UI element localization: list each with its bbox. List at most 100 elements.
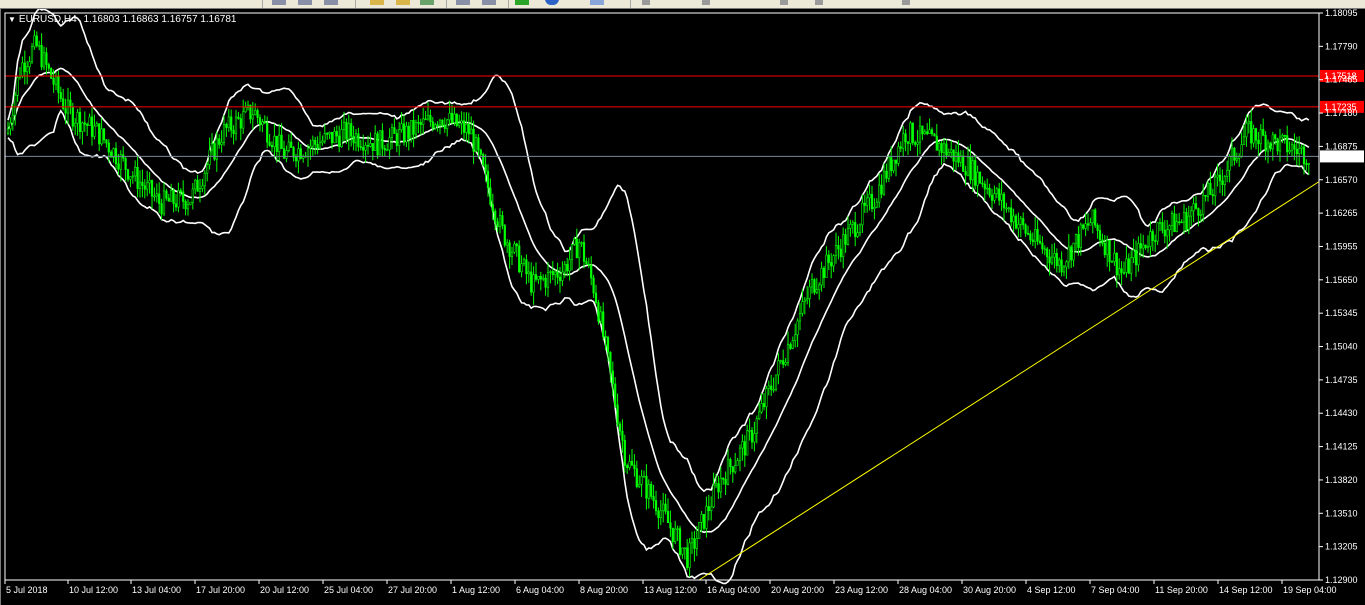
candle-body: [1053, 253, 1056, 258]
candle-body: [974, 160, 977, 186]
candle-body: [1142, 244, 1145, 249]
candle-body: [1070, 246, 1073, 261]
autotrading-button[interactable]: [396, 0, 410, 5]
candle-body: [988, 187, 991, 196]
price-line-tag-label: 1.16781: [1324, 151, 1357, 161]
chart-shift-button[interactable]: [456, 0, 470, 5]
candle-body: [371, 143, 374, 151]
candle-body: [273, 135, 276, 148]
price-axis-label: 1.15650: [1325, 275, 1358, 285]
templates-button[interactable]: [590, 0, 604, 5]
candle-body: [1182, 211, 1186, 223]
candle-body: [158, 193, 161, 205]
candle-body: [81, 122, 84, 132]
candle-body: [1194, 203, 1198, 209]
candle-body: [378, 130, 382, 156]
candle-body: [503, 225, 506, 246]
autoscroll-button[interactable]: [482, 0, 496, 5]
add-indicator-icon[interactable]: [515, 0, 529, 5]
crosshair-icon[interactable]: [702, 0, 710, 5]
candle-body: [374, 133, 377, 151]
toolbar-separator: [262, 0, 263, 8]
candle-body: [998, 188, 1001, 201]
candle-body: [911, 122, 914, 143]
candle-body: [1022, 218, 1025, 226]
cursor-icon[interactable]: [642, 0, 650, 5]
candle-body: [914, 142, 917, 145]
candle-body: [400, 123, 403, 130]
candle-body: [580, 242, 583, 244]
chart-window[interactable]: 1.17518 1.17235 1.16781 1.18095 1.17790 1.17…: [0, 8, 1365, 605]
candle-body: [6, 128, 10, 134]
candle-body: [674, 528, 677, 542]
candle-body: [686, 547, 689, 568]
candle-body: [102, 128, 106, 141]
candle-body: [753, 433, 756, 443]
price-axis-label: 1.13820: [1325, 475, 1358, 485]
pencil-icon[interactable]: [370, 0, 384, 5]
candle-body: [813, 279, 816, 293]
candle-body: [484, 164, 487, 172]
candle-body: [1211, 194, 1214, 197]
arrow-tool-icon[interactable]: [902, 0, 910, 5]
dropdown-triangle-icon[interactable]: ▼: [8, 15, 16, 24]
candle-body: [335, 131, 338, 137]
candle-body: [429, 115, 432, 123]
candle-body: [126, 169, 130, 180]
candle-body: [292, 147, 295, 158]
candle-body: [1254, 128, 1258, 141]
candle-body: [1127, 258, 1130, 274]
candle-body: [1048, 256, 1051, 264]
zoom-in-button[interactable]: [272, 0, 286, 5]
time-axis-label: 30 Aug 20:00: [963, 585, 1016, 595]
candle-body: [942, 143, 946, 153]
candle-body: [1180, 221, 1183, 224]
candle-body: [402, 123, 406, 143]
candle-body: [220, 141, 223, 145]
candle-body: [726, 459, 730, 485]
candle-body: [124, 157, 127, 170]
candle-body: [501, 215, 504, 226]
candle-body: [263, 121, 266, 124]
candle-body: [189, 201, 192, 205]
label-tool-icon[interactable]: [815, 0, 823, 5]
candle-body: [1026, 232, 1030, 235]
candle-body: [64, 108, 67, 114]
time-axis-label: 10 Jul 12:00: [69, 585, 118, 595]
candle-body: [1216, 174, 1219, 178]
candle-body: [688, 542, 691, 568]
candle-body: [244, 107, 247, 113]
candle-body: [678, 528, 682, 555]
tile-windows-button[interactable]: [324, 0, 338, 5]
candle-body: [645, 475, 648, 499]
price-axis-label: 1.12900: [1325, 575, 1358, 585]
candle-body: [134, 166, 137, 177]
price-chart[interactable]: 1.175181.172351.16781 1.180951.177901.17…: [1, 9, 1365, 605]
candle-body: [971, 160, 974, 181]
candle-body: [1058, 259, 1061, 266]
candle-body: [47, 64, 50, 69]
candle-body: [904, 133, 907, 143]
candle-body: [462, 120, 466, 133]
candle-body: [280, 134, 283, 149]
period-icon[interactable]: [545, 0, 559, 5]
price-axis-label: 1.13510: [1325, 508, 1358, 518]
text-tool-icon[interactable]: [780, 0, 788, 5]
candle-body: [638, 484, 641, 487]
candle-body: [191, 188, 194, 203]
candle-body: [405, 125, 408, 143]
candle-body: [777, 360, 780, 376]
candle-body: [575, 238, 578, 259]
candle-body: [1091, 209, 1094, 224]
candle-body: [518, 245, 521, 273]
candle-body: [626, 465, 629, 469]
candle-body: [1050, 256, 1054, 264]
candle-body: [1065, 261, 1068, 268]
candle-body: [496, 221, 499, 228]
candle-body: [242, 111, 245, 129]
zoom-out-button[interactable]: [298, 0, 312, 5]
candle-body: [806, 298, 809, 301]
candle-body: [364, 144, 367, 151]
candle-body: [278, 134, 281, 152]
new-order-button[interactable]: [420, 0, 434, 5]
